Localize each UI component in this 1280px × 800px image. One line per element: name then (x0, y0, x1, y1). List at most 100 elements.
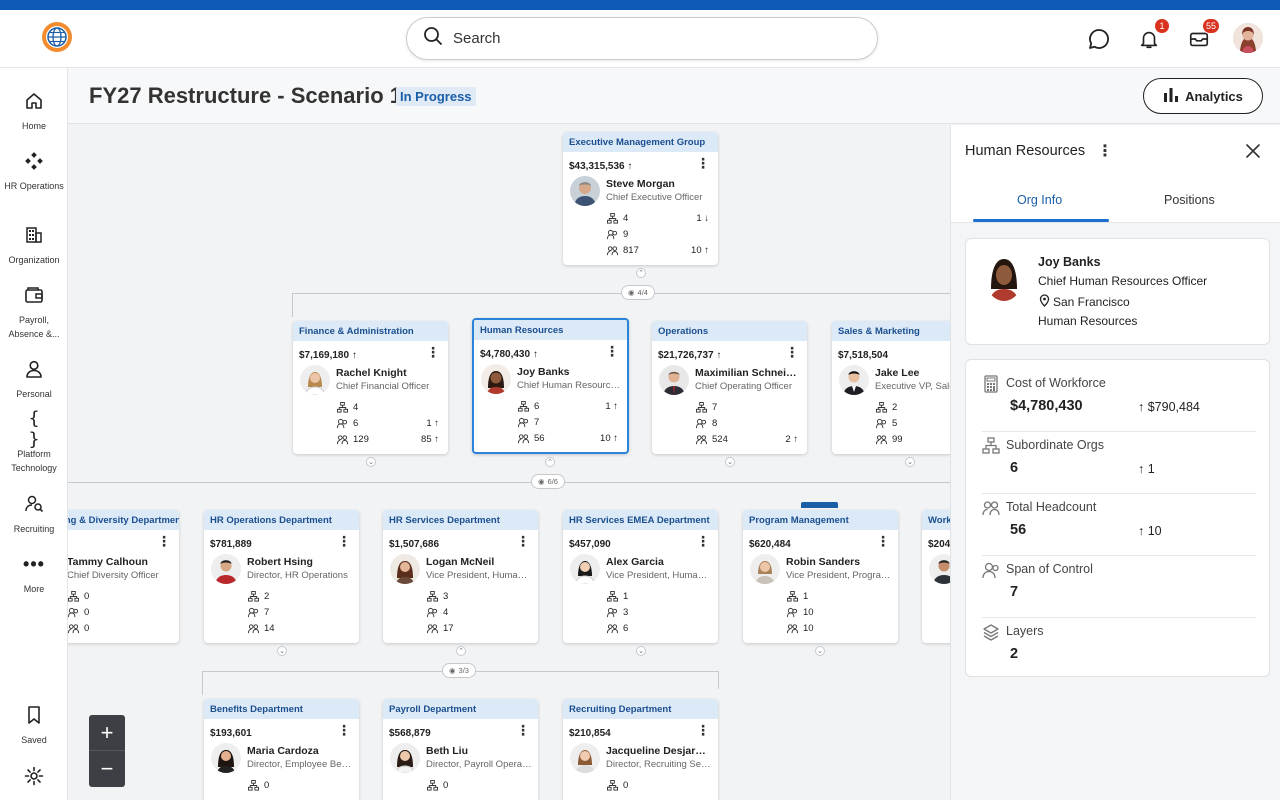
person-name: Maria Cardoza (247, 745, 319, 757)
person-role: Director, Employee Benefits (247, 759, 353, 770)
close-icon[interactable] (1243, 141, 1263, 161)
metric-value: 56 (1010, 522, 1027, 538)
expand-chevron-icon[interactable]: ⌄ (815, 646, 825, 656)
nav-recruiting[interactable]: Recruiting (0, 493, 68, 536)
kebab-menu-icon[interactable]: ⋮ (876, 534, 890, 548)
nav-settings[interactable] (0, 765, 68, 794)
kebab-menu-icon[interactable]: ⋮ (157, 534, 171, 548)
person-role: Vice President, Human Resources (426, 570, 532, 581)
nav-organization[interactable]: Organization (0, 224, 68, 267)
expand-chevron-icon[interactable]: ⌄ (277, 646, 287, 656)
metric-total-headcount: Total Headcount 56 ↑ 10 (982, 494, 1256, 556)
org-chart-icon (607, 780, 618, 791)
children-pager[interactable]: ◉ 4/4 (621, 285, 655, 300)
panel-kebab-menu-icon[interactable]: ⋮ (1097, 141, 1113, 161)
org-card-sales[interactable]: Sales & Marketing $7,518,504 Jake Lee Ex… (832, 321, 950, 454)
nav-more[interactable]: ••• More (0, 553, 68, 596)
card-cost: $193,601 (210, 728, 252, 739)
stat-span: 9 (607, 229, 628, 240)
nav-saved[interactable]: Saved (0, 704, 68, 747)
org-card-benefits[interactable]: Benefits Department $193,601 ⋮ Maria Car… (204, 699, 359, 800)
kebab-menu-icon[interactable]: ⋮ (785, 345, 799, 359)
org-card-diversity[interactable]: Belonging & Diversity Department ⋮ Tammy… (68, 510, 179, 643)
hr-operations-icon (23, 150, 45, 172)
headcount-icon (68, 624, 79, 634)
card-department: Belonging & Diversity Department (68, 510, 179, 530)
metric-delta: ↑ 1 (1138, 462, 1155, 476)
org-card-operations[interactable]: Operations $21,726,737 ↑ ⋮ Maximilian Sc… (652, 321, 807, 454)
children-pager[interactable]: ◉ 3/3 (442, 663, 476, 678)
kebab-menu-icon[interactable]: ⋮ (516, 534, 530, 548)
org-card-hr-operations[interactable]: HR Operations Department $781,889 ⋮ Robe… (204, 510, 359, 643)
global-search[interactable] (406, 17, 878, 60)
span-icon (427, 607, 438, 618)
stat-orgs: 2 (248, 591, 269, 602)
eye-icon: ◉ (449, 666, 456, 675)
nav-payroll[interactable]: Payroll, Absence &... (0, 284, 68, 341)
headcount-icon (787, 624, 798, 634)
person-photo (659, 365, 689, 395)
org-card-hr-services[interactable]: HR Services Department $1,507,686 ⋮ Loga… (383, 510, 538, 643)
org-chart-canvas[interactable]: Executive Management Group $43,315,536 ↑… (68, 125, 950, 800)
kebab-menu-icon[interactable]: ⋮ (516, 723, 530, 737)
stat-headcount: 0 (68, 623, 89, 634)
org-card-payroll[interactable]: Payroll Department $568,879 ⋮ Beth Liu D… (383, 699, 538, 800)
org-chart-icon (337, 402, 348, 413)
person-name: Robert Hsing (247, 556, 313, 568)
collapse-chevron-icon[interactable]: ⌃ (545, 457, 555, 467)
kebab-menu-icon[interactable]: ⋮ (605, 344, 619, 358)
tab-positions[interactable]: Positions (1164, 193, 1215, 207)
kebab-menu-icon[interactable]: ⋮ (696, 534, 710, 548)
connector-line (202, 671, 203, 695)
metric-layers: Layers 2 (982, 618, 1256, 680)
kebab-menu-icon[interactable]: ⋮ (426, 345, 440, 359)
kebab-menu-icon[interactable]: ⋮ (337, 723, 351, 737)
user-avatar[interactable] (1233, 23, 1263, 53)
expand-chevron-icon[interactable]: ⌄ (725, 457, 735, 467)
zoom-in-button[interactable]: + (89, 715, 125, 751)
org-card-hr-services-emea[interactable]: HR Services EMEA Department $457,090 ⋮ A… (563, 510, 718, 643)
metric-value: 7 (1010, 584, 1019, 600)
metric-delta: ↑ $790,484 (1138, 400, 1200, 414)
expand-chevron-icon[interactable]: ⌄ (366, 457, 376, 467)
nav-hr-operations[interactable]: HR Operations (0, 150, 68, 193)
stat-headcount: 99 (876, 434, 903, 445)
org-card-human-resources[interactable]: Human Resources $4,780,430 ↑ ⋮ Joy Banks… (472, 318, 629, 454)
kebab-menu-icon[interactable]: ⋮ (337, 534, 351, 548)
span-icon (607, 607, 618, 618)
expand-chevron-icon[interactable]: ⌄ (636, 646, 646, 656)
company-logo[interactable] (14, 20, 100, 54)
nav-personal[interactable]: Personal (0, 358, 68, 401)
zoom-out-button[interactable]: − (89, 751, 125, 787)
org-card-program-management[interactable]: Program Management $620,484 ⋮ Robin Sand… (743, 510, 898, 643)
kebab-menu-icon[interactable]: ⋮ (696, 156, 710, 170)
kebab-menu-icon[interactable]: ⋮ (696, 723, 710, 737)
stat-orgs: 0 (68, 591, 89, 602)
collapse-chevron-icon[interactable]: ⌃ (636, 268, 646, 278)
nav-platform-technology[interactable]: { } Platform Technology (0, 408, 68, 475)
org-card-executive[interactable]: Executive Management Group $43,315,536 ↑… (563, 132, 718, 265)
headcount-icon (337, 435, 348, 445)
notifications-bell-icon[interactable]: 1 (1136, 18, 1170, 52)
expand-chevron-icon[interactable]: ⌄ (905, 457, 915, 467)
tab-org-info[interactable]: Org Info (1017, 193, 1062, 207)
org-card-workforce[interactable]: Work $204, (922, 510, 950, 643)
manager-card[interactable]: Joy Banks Chief Human Resources Officer … (965, 238, 1270, 345)
org-card-recruiting[interactable]: Recruiting Department $210,854 ⋮ Jacquel… (563, 699, 718, 800)
analytics-button[interactable]: Analytics (1143, 78, 1263, 114)
span-icon (518, 417, 529, 428)
headcount-icon (427, 624, 438, 634)
nav-home[interactable]: Home (0, 90, 68, 133)
inbox-icon[interactable]: 55 (1186, 18, 1220, 52)
children-pager[interactable]: ◉ 6/6 (531, 474, 565, 489)
chat-icon[interactable] (1086, 26, 1112, 52)
person-role: Chief Financial Officer (336, 381, 430, 392)
nav-label: Organization (8, 255, 60, 265)
org-card-finance[interactable]: Finance & Administration $7,169,180 ↑ ⋮ … (293, 321, 448, 454)
person-role: Chief Executive Officer (606, 192, 703, 203)
top-stripe (0, 0, 1280, 10)
collapse-chevron-icon[interactable]: ⌃ (456, 646, 466, 656)
person-role: Chief Operating Officer (695, 381, 792, 392)
search-input[interactable] (453, 30, 833, 47)
stat-orgs: 1 (787, 591, 808, 602)
